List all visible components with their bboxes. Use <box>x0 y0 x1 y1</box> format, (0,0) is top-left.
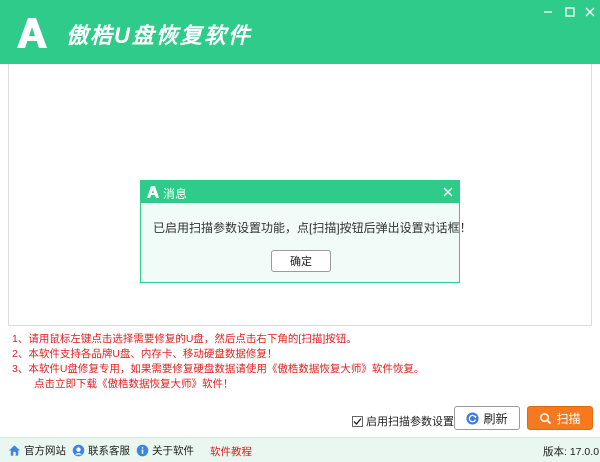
refresh-icon <box>466 411 480 425</box>
maximize-button[interactable] <box>562 4 578 20</box>
scan-params-checkbox[interactable] <box>352 415 363 427</box>
instructions: 1、请用鼠标左键点击选择需要修复的U盘，然后点击右下角的[扫描]按钮。 2、本软… <box>12 332 424 392</box>
dialog-header: 消息 <box>141 181 459 203</box>
app-logo-icon <box>147 186 159 198</box>
refresh-label: 刷新 <box>483 411 508 426</box>
dialog-close-icon[interactable] <box>441 185 455 199</box>
download-link[interactable]: 点击立即下载《傲梏数据恢复大师》软件！ <box>12 377 424 392</box>
dialog-ok-button[interactable]: 确定 <box>271 250 331 272</box>
search-icon <box>540 412 552 424</box>
version-label: 版本: 17.0.0 <box>543 446 600 458</box>
message-dialog: 消息 已启用扫描参数设置功能，点[扫描]按钮后弹出设置对话框！ 确定 <box>140 180 472 283</box>
dialog-message: 已启用扫描参数设置功能，点[扫描]按钮后弹出设置对话框！ <box>153 221 472 235</box>
website-label: 官方网站 <box>24 445 66 457</box>
about-label: 关于软件 <box>152 445 194 457</box>
checkmark-icon <box>353 417 362 425</box>
app-logo-icon <box>17 18 47 48</box>
close-icon <box>585 7 595 17</box>
scan-label: 扫描 <box>556 411 581 426</box>
note-line: 2、本软件支持各品牌U盘、内存卡、移动硬盘数据修复！ <box>12 348 278 360</box>
title-bar: 傲梏U盘恢复软件 <box>0 0 600 64</box>
scan-button[interactable]: 扫描 <box>527 406 593 430</box>
support-icon <box>72 444 85 457</box>
app-title: 傲梏U盘恢复软件 <box>66 23 252 48</box>
minimize-icon <box>544 11 552 13</box>
close-button[interactable] <box>582 4 598 20</box>
dialog-title: 消息 <box>163 187 188 201</box>
tutorial-link[interactable]: 软件教程 <box>210 444 252 459</box>
website-link[interactable]: 官方网站 <box>8 443 66 458</box>
support-link[interactable]: 联系客服 <box>72 443 130 458</box>
about-link[interactable]: 关于软件 <box>136 443 194 458</box>
scan-params-toggle[interactable]: 启用扫描参数设置 <box>352 413 454 429</box>
note-line: 1、请用鼠标左键点击选择需要修复的U盘，然后点击右下角的[扫描]按钮。 <box>12 333 357 345</box>
note-line: 3、本软件U盘修复专用，如果需要修复硬盘数据请使用《傲梏数据恢复大师》软件恢复。 <box>12 363 425 375</box>
home-icon <box>8 445 21 456</box>
refresh-button[interactable]: 刷新 <box>454 406 520 430</box>
support-label: 联系客服 <box>88 445 130 457</box>
scan-params-label: 启用扫描参数设置 <box>366 416 454 428</box>
info-icon <box>136 444 149 457</box>
minimize-button[interactable] <box>540 4 556 20</box>
status-bar: 官方网站 联系客服 关于软件 软件教程 版本: 17.0.0 <box>0 437 600 462</box>
maximize-icon <box>565 7 575 17</box>
